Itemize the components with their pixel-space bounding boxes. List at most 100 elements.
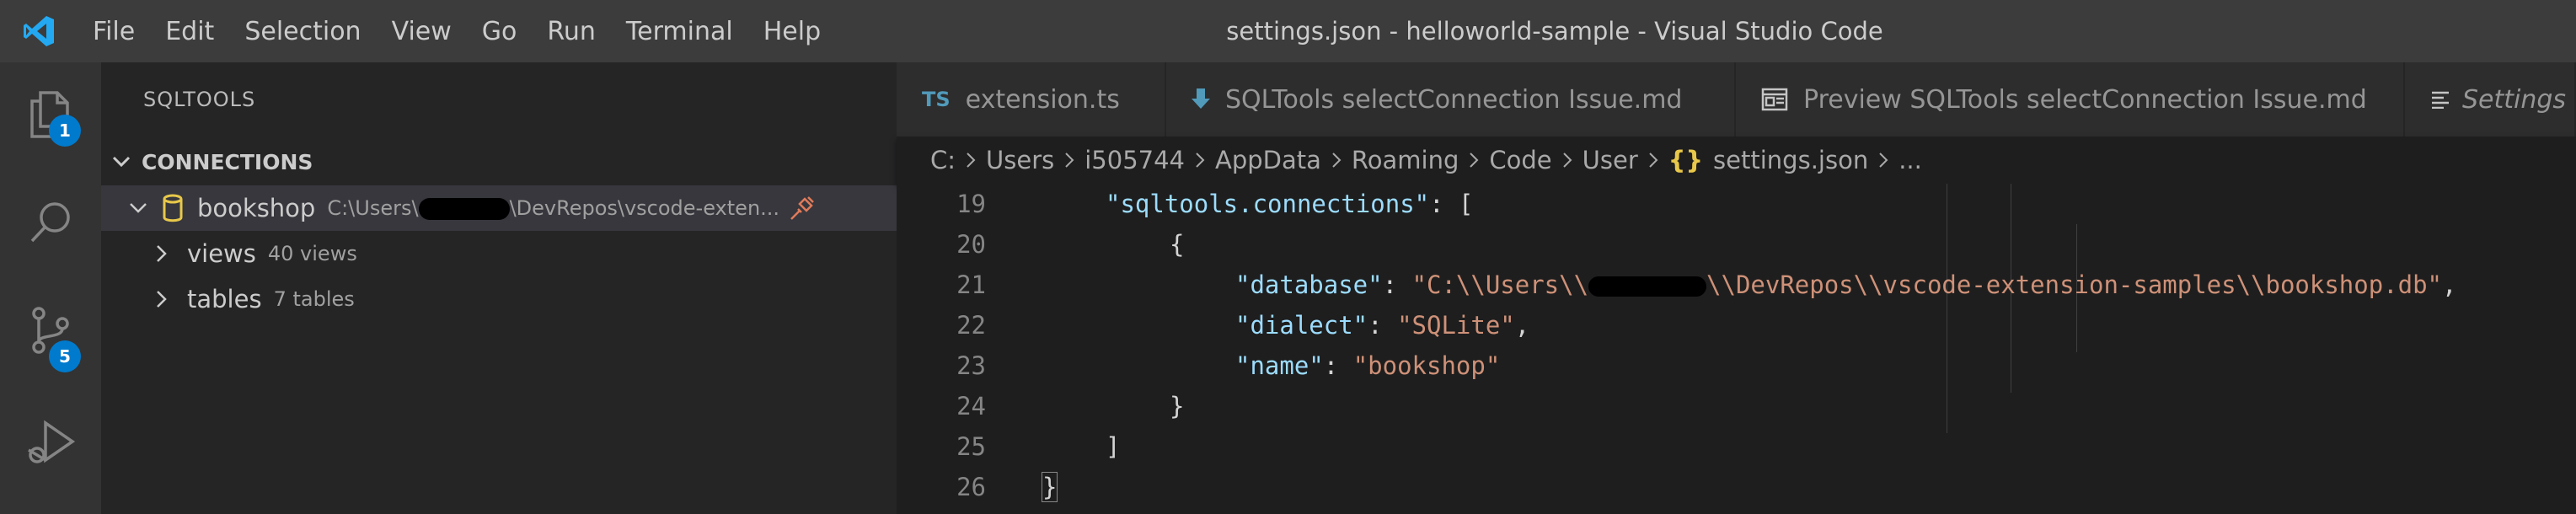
tab-label: extension.ts bbox=[965, 84, 1120, 115]
preview-icon bbox=[1761, 88, 1788, 111]
json-key: "sqltools.connections" bbox=[1106, 190, 1430, 218]
chevron-right-icon bbox=[1195, 152, 1205, 169]
code-line: 24 } bbox=[897, 386, 2576, 426]
json-punctuation: } bbox=[1170, 392, 1185, 420]
json-punctuation: : bbox=[1382, 270, 1412, 299]
connection-bookshop[interactable]: bookshop C:\Users\ \DevRepos\vscode-exten… bbox=[101, 185, 897, 231]
breadcrumb-item[interactable]: AppData bbox=[1215, 146, 1321, 174]
source-control-badge: 5 bbox=[49, 340, 81, 372]
json-punctuation: : [ bbox=[1429, 190, 1474, 218]
database-icon bbox=[162, 194, 184, 222]
run-debug-icon bbox=[25, 418, 76, 472]
line-number: 24 bbox=[956, 392, 986, 420]
tree-item-tables[interactable]: tables 7 tables bbox=[101, 276, 897, 322]
json-punctuation: { bbox=[1170, 230, 1185, 259]
code-line: 19 "sqltools.connections": [ bbox=[897, 184, 2576, 224]
activity-source-control[interactable]: 5 bbox=[0, 278, 101, 386]
connection-path: C:\Users\ \DevRepos\vscode-exten... bbox=[327, 196, 780, 220]
connections-section-header[interactable]: CONNECTIONS bbox=[101, 142, 897, 182]
activity-search[interactable] bbox=[0, 170, 101, 278]
breadcrumb-item[interactable]: settings.json bbox=[1713, 146, 1868, 174]
json-key: "dialect" bbox=[1235, 311, 1368, 340]
tab-issue-md[interactable]: SQLTools selectConnection Issue.md bbox=[1166, 62, 1736, 137]
line-number: 20 bbox=[956, 230, 986, 259]
json-string: \\DevRepos\\vscode-extension-samples\\bo… bbox=[1706, 270, 2443, 299]
json-string: "bookshop" bbox=[1352, 351, 1501, 380]
code-line: 21 "database": "C:\\Users\\ \\DevRepos\\v… bbox=[897, 265, 2576, 305]
menu-go[interactable]: Go bbox=[467, 0, 533, 62]
sqltools-sidebar: SQLTOOLS CONNECTIONS bookshop C:\Users\ \… bbox=[101, 62, 897, 514]
tab-label: Preview SQLTools selectConnection Issue.… bbox=[1803, 84, 2367, 115]
breadcrumb-item[interactable]: i505744 bbox=[1084, 146, 1185, 174]
chevron-right-icon bbox=[1648, 152, 1658, 169]
settings-list-icon bbox=[2430, 90, 2450, 109]
json-punctuation: ] bbox=[1106, 432, 1121, 461]
redacted-mark bbox=[418, 198, 510, 220]
plug-icon[interactable] bbox=[788, 194, 817, 222]
tables-count: 7 tables bbox=[273, 287, 355, 311]
menu-file[interactable]: File bbox=[78, 0, 150, 62]
menu-help[interactable]: Help bbox=[748, 0, 836, 62]
breadcrumb-item[interactable]: Users bbox=[986, 146, 1054, 174]
json-punctuation: , bbox=[1514, 311, 1530, 340]
json-key: "name" bbox=[1235, 351, 1324, 380]
code-editor[interactable]: 19 "sqltools.connections": [ 20 { 21 "da… bbox=[897, 184, 2576, 514]
json-punctuation-matched-bracket: } bbox=[1042, 472, 1058, 502]
activity-explorer[interactable]: 1 bbox=[0, 62, 101, 170]
json-string: "C:\\Users\\ bbox=[1411, 270, 1589, 299]
activity-run-debug[interactable] bbox=[0, 386, 101, 504]
code-line: 22 "dialect": "SQLite", bbox=[897, 305, 2576, 345]
chevron-right-icon bbox=[1064, 152, 1074, 169]
menu-selection[interactable]: Selection bbox=[229, 0, 376, 62]
breadcrumb-item[interactable]: ... bbox=[1899, 146, 1922, 174]
tab-label: SQLTools selectConnection Issue.md bbox=[1225, 84, 1683, 115]
chevron-down-icon bbox=[110, 150, 133, 174]
search-icon bbox=[27, 199, 74, 249]
chevron-right-icon bbox=[1331, 152, 1342, 169]
sidebar-title: SQLTOOLS bbox=[143, 88, 256, 111]
json-key: "database" bbox=[1235, 270, 1383, 299]
line-number: 23 bbox=[956, 351, 986, 380]
code-line: 23 "name": "bookshop" bbox=[897, 345, 2576, 386]
connections-label: CONNECTIONS bbox=[142, 149, 313, 174]
breadcrumb-item[interactable]: User bbox=[1583, 146, 1638, 174]
views-count: 40 views bbox=[267, 242, 357, 265]
line-number: 22 bbox=[956, 311, 986, 340]
line-number: 26 bbox=[956, 473, 986, 501]
json-punctuation: : bbox=[1368, 311, 1398, 340]
activity-bar: 1 5 bbox=[0, 62, 101, 514]
window-title: settings.json - helloworld-sample - Visu… bbox=[1226, 17, 1883, 46]
chevron-down-icon bbox=[126, 196, 150, 220]
line-number: 25 bbox=[956, 432, 986, 461]
chevron-right-icon bbox=[150, 287, 174, 311]
redacted-mark bbox=[1588, 276, 1707, 297]
menu-bar: File Edit Selection View Go Run Terminal… bbox=[78, 0, 836, 62]
breadcrumb-item[interactable]: Roaming bbox=[1352, 146, 1459, 174]
markdown-download-icon bbox=[1192, 88, 1210, 110]
breadcrumb-item[interactable]: Code bbox=[1489, 146, 1551, 174]
menu-view[interactable]: View bbox=[377, 0, 467, 62]
title-bar: File Edit Selection View Go Run Terminal… bbox=[0, 0, 2576, 62]
json-punctuation: : bbox=[1323, 351, 1353, 380]
explorer-badge: 1 bbox=[49, 115, 81, 147]
menu-edit[interactable]: Edit bbox=[150, 0, 229, 62]
editor-tabs: TS extension.ts SQLTools selectConnectio… bbox=[897, 62, 2576, 137]
views-label: views bbox=[187, 239, 256, 268]
tables-label: tables bbox=[187, 285, 262, 313]
menu-terminal[interactable]: Terminal bbox=[611, 0, 748, 62]
typescript-icon: TS bbox=[922, 88, 951, 111]
tree-item-views[interactable]: views 40 views bbox=[101, 231, 897, 276]
tab-label: Settings bbox=[2462, 84, 2567, 115]
json-punctuation: , bbox=[2442, 270, 2457, 299]
code-line: 20 { bbox=[897, 224, 2576, 265]
chevron-right-icon bbox=[1562, 152, 1572, 169]
breadcrumb-item[interactable]: C: bbox=[930, 146, 956, 174]
json-string: "SQLite" bbox=[1397, 311, 1515, 340]
menu-run[interactable]: Run bbox=[532, 0, 611, 62]
line-number: 19 bbox=[956, 190, 986, 218]
tab-preview-issue-md[interactable]: Preview SQLTools selectConnection Issue.… bbox=[1736, 62, 2405, 137]
tab-extension-ts[interactable]: TS extension.ts bbox=[897, 62, 1166, 137]
connection-name: bookshop bbox=[197, 194, 316, 222]
tab-settings[interactable]: Settings bbox=[2405, 62, 2576, 137]
vscode-logo-icon bbox=[0, 0, 78, 62]
